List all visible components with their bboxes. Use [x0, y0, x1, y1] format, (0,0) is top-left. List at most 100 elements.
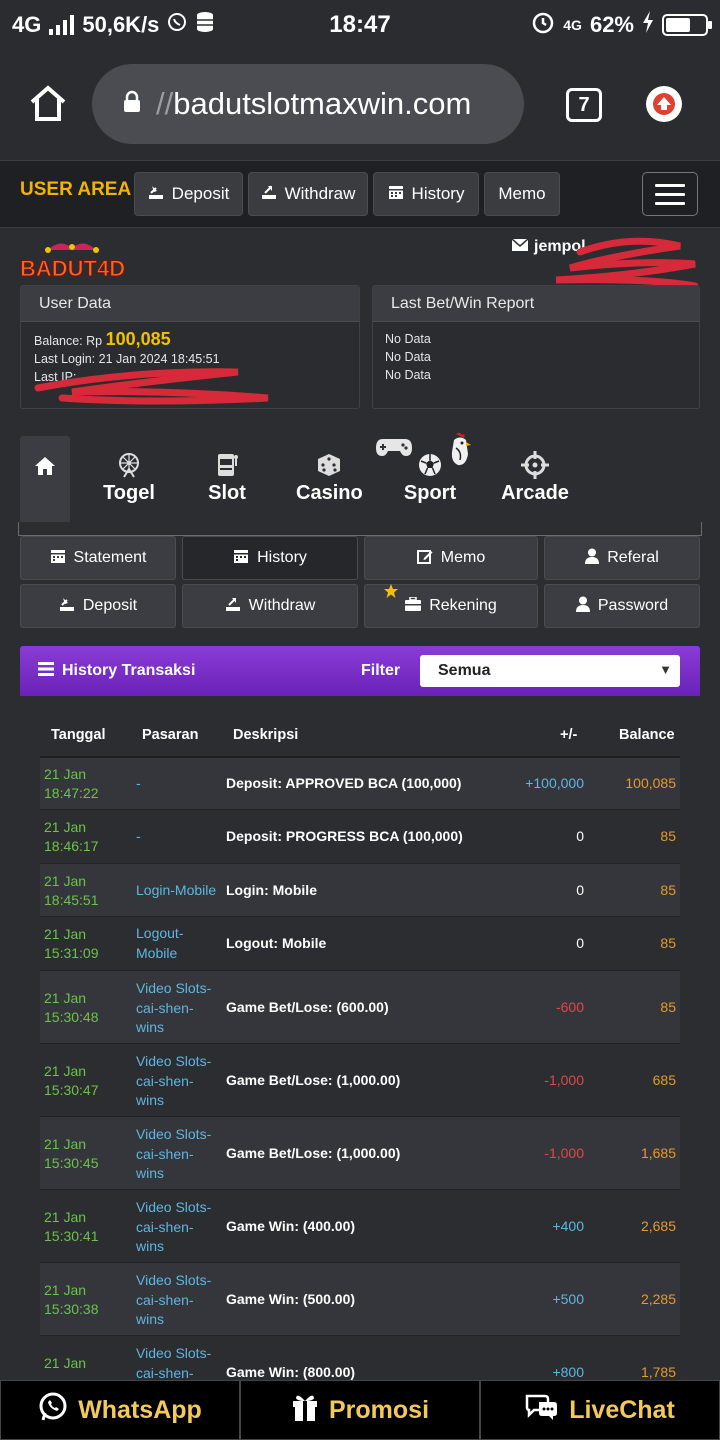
tab-togel-label: Togel: [103, 482, 155, 504]
nav-withdraw-label: Withdraw: [284, 184, 356, 203]
rekening-button[interactable]: Rekening: [364, 584, 538, 628]
cell-pasaran-line: wins: [136, 1311, 165, 1327]
cell-tanggal-line: 21 Jan: [44, 1355, 87, 1371]
cell-change: 0: [576, 935, 584, 951]
chat-icon: [525, 1392, 559, 1429]
cell-change: +400: [552, 1218, 584, 1234]
livechat-button[interactable]: LiveChat: [480, 1380, 720, 1440]
cell-pasaran[interactable]: Video Slots-cai-shen-wins: [136, 1125, 222, 1184]
tab-casino[interactable]: Casino: [296, 450, 363, 505]
tab-home[interactable]: [20, 436, 70, 524]
home-tab-icon: [34, 456, 56, 481]
cell-pasaran[interactable]: Video Slots-cai-shen-wins: [136, 1271, 222, 1330]
cell-pasaran-line: Video Slots-: [136, 1126, 212, 1142]
withdraw-button[interactable]: Withdraw: [182, 584, 358, 628]
category-divider: [18, 522, 702, 536]
slot-machine-icon: [202, 450, 252, 480]
nav-withdraw-button[interactable]: Withdraw: [248, 172, 368, 216]
referal-button[interactable]: Referal: [544, 536, 700, 580]
withdraw-icon: [261, 184, 277, 205]
user-email: jempol: [511, 238, 586, 256]
table-row: 21 Jan 15:31:09 Logout- Mobile Logout: Mobil…: [40, 917, 680, 971]
cell-pasaran[interactable]: Login-Mobile: [136, 881, 222, 901]
cell-deskripsi: Game Bet/Lose: (1,000.00): [226, 1145, 401, 1161]
cell-pasaran[interactable]: Video Slots-cai-shen-wins: [136, 1052, 222, 1111]
deposit-button[interactable]: Deposit: [20, 584, 176, 628]
home-icon[interactable]: [28, 84, 68, 127]
cell-deskripsi: Deposit: APPROVED BCA (100,000): [226, 775, 462, 791]
tab-arcade[interactable]: Arcade: [500, 450, 570, 505]
cell-pasaran[interactable]: Logout- Mobile: [136, 924, 222, 963]
history-table: Tanggal Pasaran Deskripsi +/- Balance 21…: [20, 696, 700, 1400]
memo-button[interactable]: Memo: [364, 536, 538, 580]
promosi-button[interactable]: Promosi: [240, 1380, 480, 1440]
tab-slot[interactable]: Slot: [202, 450, 252, 505]
cell-change: -1,000: [544, 1072, 584, 1088]
cell-pasaran[interactable]: Video Slots-cai-shen-wins: [136, 979, 222, 1038]
cell-pasaran-line: Video Slots-: [136, 980, 212, 996]
cell-pasaran-line: wins: [136, 1019, 165, 1035]
dropdown-arrow-icon: ▼: [659, 662, 672, 677]
cell-tanggal-line: 18:46:17: [44, 838, 99, 854]
table-row: 21 Jan 15:30:47 Video Slots-cai-shen-wins G…: [40, 1044, 680, 1117]
cell-deskripsi: Deposit: PROGRESS BCA (100,000): [226, 828, 463, 844]
cell-pasaran-line: cai-shen-: [136, 1291, 194, 1308]
cell-pasaran-line: Video Slots-: [136, 1053, 212, 1069]
cell-balance: 685: [652, 1072, 676, 1088]
statement-button[interactable]: Statement: [20, 536, 176, 580]
cell-tanggal-line: 15:30:38: [44, 1301, 99, 1317]
cell-pasaran[interactable]: -: [136, 774, 222, 794]
cell-change: +100,000: [525, 775, 584, 791]
cell-tanggal-line: 21 Jan: [44, 926, 87, 942]
tab-togel[interactable]: Togel: [98, 450, 160, 505]
nav-deposit-button[interactable]: Deposit: [134, 172, 243, 216]
last-ip: Last IP:: [34, 370, 77, 384]
promosi-label: Promosi: [328, 1395, 430, 1424]
site-logo[interactable]: BADUT4D: [18, 238, 126, 282]
history-button[interactable]: History: [182, 536, 358, 580]
network-speed: 50,6K/s: [82, 12, 160, 37]
last-bet-row: No Data: [385, 332, 431, 346]
cell-tanggal: 21 Jan 15:30:48: [44, 989, 99, 1027]
address-bar[interactable]: // badutslotmaxwin.com: [92, 64, 524, 144]
cell-tanggal: 21 Jan 15:30:38: [44, 1281, 99, 1319]
cell-tanggal-line: 21 Jan: [44, 766, 87, 782]
cell-pasaran[interactable]: Video Slots-cai-shen-wins: [136, 1198, 222, 1257]
balance-value: 100,085: [105, 329, 171, 349]
user-icon: [585, 548, 600, 569]
cell-pasaran[interactable]: -: [136, 827, 222, 847]
tab-arcade-label: Arcade: [501, 482, 569, 504]
cell-tanggal-line: 18:45:51: [44, 892, 99, 908]
edit-icon: [416, 548, 433, 569]
nav-memo-button[interactable]: Memo: [484, 172, 560, 216]
calendar-icon: [388, 184, 404, 205]
email-text: jempol: [534, 238, 586, 255]
whatsapp-notification-icon: [167, 12, 187, 38]
cell-change: 0: [576, 828, 584, 844]
charging-icon: [642, 11, 654, 39]
table-header: Tanggal Pasaran Deskripsi +/- Balance: [40, 714, 680, 758]
bottom-bar: WhatsApp Promosi LiveChat: [0, 1380, 720, 1440]
nav-history-button[interactable]: History: [373, 172, 479, 216]
cell-tanggal-line: 15:30:45: [44, 1155, 99, 1171]
hamburger-menu-icon[interactable]: [642, 172, 698, 216]
star-icon: [383, 583, 399, 604]
password-button[interactable]: Password: [544, 584, 700, 628]
cell-pasaran-line: cai-shen-: [136, 1218, 194, 1235]
cell-pasaran-line: Video Slots-: [136, 1272, 212, 1288]
tab-switcher-button[interactable]: 7: [566, 88, 602, 122]
network-type: 4G: [12, 12, 42, 37]
tab-slot-label: Slot: [208, 482, 246, 504]
whatsapp-button[interactable]: WhatsApp: [0, 1380, 240, 1440]
dice-icon: [296, 450, 362, 480]
nav-history-label: History: [411, 184, 465, 203]
filter-select[interactable]: Semua ▼: [420, 655, 680, 687]
update-icon[interactable]: [646, 86, 682, 122]
cell-tanggal-line: 21 Jan: [44, 1209, 87, 1225]
filter-value: Semua: [438, 662, 491, 679]
cell-pasaran-line: Mobile: [136, 944, 178, 961]
game-categories: Togel Slot Casino Sport Arcade: [20, 432, 700, 524]
cell-tanggal: 21 Jan 15:30:41: [44, 1208, 99, 1246]
referal-label: Referal: [607, 549, 659, 566]
deposit-icon: [59, 596, 75, 617]
